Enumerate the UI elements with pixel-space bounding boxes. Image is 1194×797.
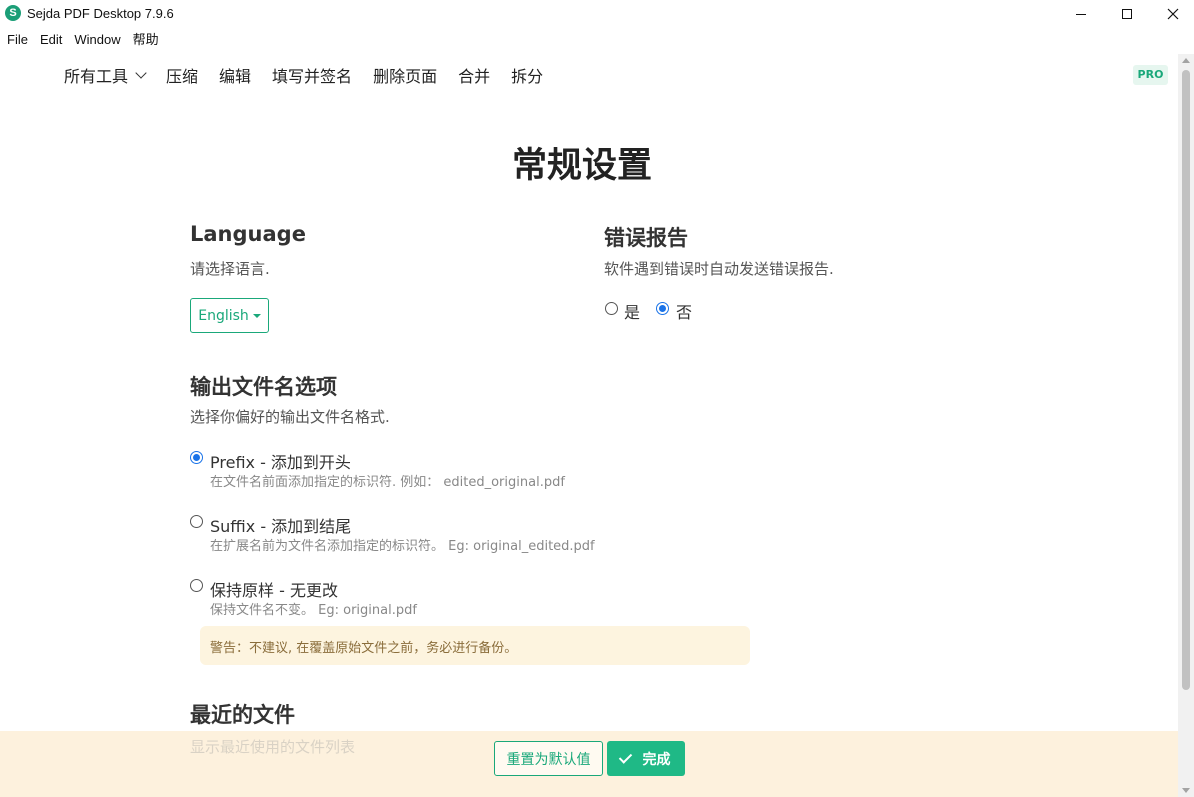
output-filename-description: 选择你偏好的输出文件名格式. (190, 408, 390, 426)
prefix-label[interactable]: Prefix - 添加到开头 (210, 449, 351, 473)
output-filename-heading: 输出文件名选项 (190, 375, 337, 399)
recent-files-description: 显示最近使用的文件列表 (190, 738, 356, 756)
maximize-button[interactable] (1104, 0, 1150, 28)
done-label: 完成 (642, 751, 671, 768)
reset-defaults-button[interactable]: 重置为默认值 (494, 741, 603, 776)
overwrite-warning: 警告：不建议, 在覆盖原始文件之前，务必进行备份。 (200, 626, 750, 665)
menu-bar: File Edit Window 帮助 (0, 30, 1194, 52)
window-title: Sejda PDF Desktop 7.9.6 (27, 6, 174, 21)
keep-original-radio[interactable] (190, 579, 203, 592)
caret-down-icon (252, 313, 261, 318)
nav-split[interactable]: 拆分 (511, 63, 543, 87)
menu-window[interactable]: Window (68, 30, 126, 52)
minimize-button[interactable] (1058, 0, 1104, 28)
minimize-icon (1076, 13, 1086, 15)
check-icon (618, 749, 632, 764)
language-description: 请选择语言. (190, 260, 270, 278)
menu-file[interactable]: File (0, 30, 34, 52)
close-icon (1167, 8, 1179, 20)
error-report-heading: 错误报告 (604, 226, 688, 250)
maximize-icon (1122, 9, 1132, 19)
top-nav: 所有工具 压缩 编辑 填写并签名 删除页面 合并 拆分 (64, 62, 564, 88)
menu-help[interactable]: 帮助 (127, 30, 165, 52)
suffix-radio[interactable] (190, 515, 203, 528)
nav-all-tools[interactable]: 所有工具 (64, 63, 147, 87)
nav-merge[interactable]: 合并 (458, 63, 490, 87)
nav-compress[interactable]: 压缩 (166, 63, 198, 87)
language-dropdown[interactable]: English (190, 298, 269, 333)
prefix-radio[interactable] (190, 451, 203, 464)
keep-original-label[interactable]: 保持原样 - 无更改 (210, 577, 338, 601)
error-report-yes-label[interactable]: 是 (624, 299, 640, 323)
page-title: 常规设置 (511, 146, 652, 186)
suffix-label[interactable]: Suffix - 添加到结尾 (210, 513, 351, 537)
done-button[interactable]: 完成 (607, 741, 685, 776)
keep-original-hint: 保持文件名不变。 Eg: original.pdf (210, 603, 417, 618)
suffix-hint: 在扩展名前为文件名添加指定的标识符。 Eg: original_edited.p… (210, 539, 595, 554)
nav-all-tools-label: 所有工具 (64, 67, 129, 86)
nav-fill-sign[interactable]: 填写并签名 (272, 63, 352, 87)
scroll-up-icon[interactable] (1182, 58, 1190, 63)
scroll-thumb[interactable] (1182, 70, 1190, 690)
title-bar: S Sejda PDF Desktop 7.9.6 (0, 0, 1194, 28)
nav-delete-pages[interactable]: 删除页面 (373, 63, 437, 87)
pro-badge[interactable]: PRO (1133, 65, 1168, 85)
scroll-down-icon[interactable] (1182, 788, 1190, 793)
error-report-yes-radio[interactable] (605, 302, 618, 315)
language-selected: English (198, 307, 249, 324)
menu-edit[interactable]: Edit (34, 30, 68, 52)
sejda-logo-icon: S (5, 5, 21, 21)
prefix-hint: 在文件名前面添加指定的标识符. 例如： edited_original.pdf (210, 475, 565, 490)
nav-edit[interactable]: 编辑 (219, 63, 251, 87)
error-report-description: 软件遇到错误时自动发送错误报告. (604, 260, 834, 278)
chevron-down-icon (135, 66, 147, 79)
vertical-scrollbar[interactable] (1178, 54, 1194, 797)
close-button[interactable] (1150, 0, 1194, 28)
error-report-no-radio[interactable] (656, 302, 669, 315)
error-report-no-label[interactable]: 否 (676, 299, 692, 323)
language-heading: Language (190, 222, 306, 246)
recent-files-heading: 最近的文件 (190, 703, 295, 727)
